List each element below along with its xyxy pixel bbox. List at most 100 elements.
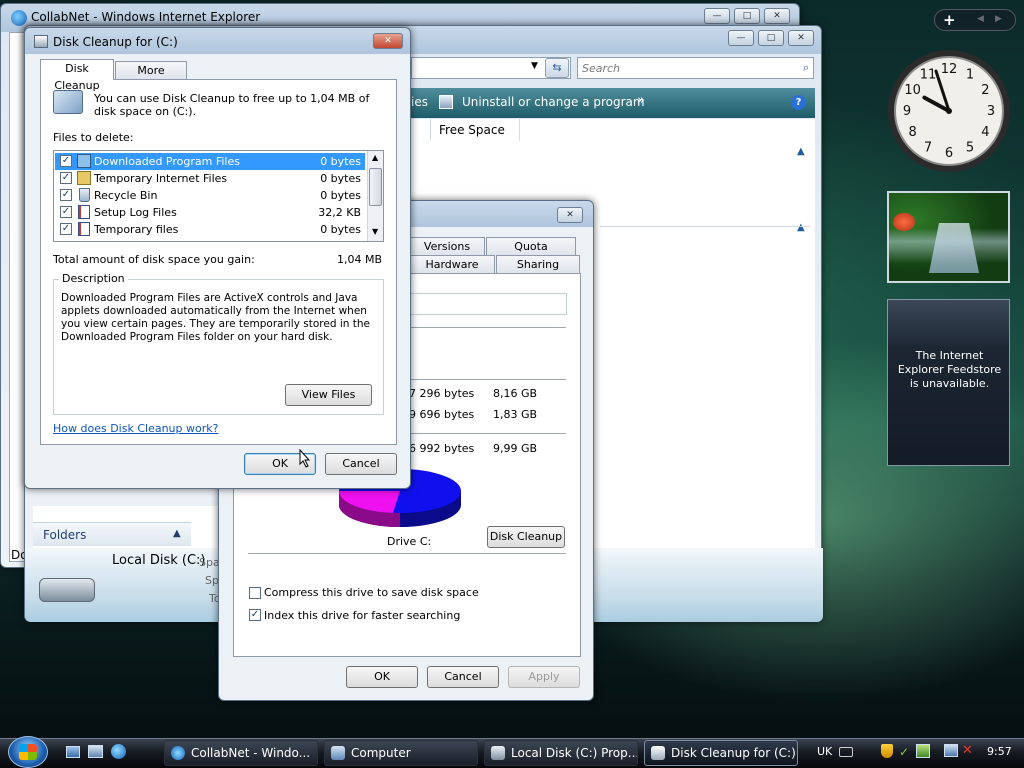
compress-checkbox[interactable] bbox=[249, 587, 261, 599]
clock-number: 1 bbox=[966, 68, 974, 83]
file-name: Downloaded Program Files bbox=[94, 155, 240, 168]
tab-more-options[interactable]: More Options bbox=[115, 61, 187, 94]
tab-disk-cleanup[interactable]: Disk Cleanup bbox=[40, 59, 114, 92]
tray-app-icon[interactable] bbox=[916, 744, 930, 758]
file-checkbox[interactable]: ✓ bbox=[60, 206, 72, 218]
uninstall-program-button[interactable]: Uninstall or change a program bbox=[462, 95, 645, 109]
compress-label[interactable]: Compress this drive to save disk space bbox=[264, 586, 479, 599]
list-item[interactable]: ✓ Temporary Internet Files 0 bytes bbox=[55, 170, 365, 187]
file-name: Temporary Internet Files bbox=[94, 172, 228, 185]
collapse-icon[interactable]: ▲ bbox=[797, 146, 805, 157]
search-placeholder: Search bbox=[582, 62, 621, 75]
maximize-button[interactable]: □ bbox=[758, 30, 784, 46]
cancel-button[interactable]: Cancel bbox=[427, 666, 499, 688]
list-item[interactable]: ✓ Temporary files 0 bytes bbox=[55, 221, 365, 238]
clock-number: 10 bbox=[904, 83, 921, 98]
index-checkbox[interactable]: ✓ bbox=[249, 609, 261, 621]
scroll-down-icon[interactable]: ▼ bbox=[372, 227, 378, 236]
minimize-button[interactable]: — bbox=[728, 30, 754, 46]
minimize-button[interactable]: — bbox=[704, 8, 730, 24]
chevron-up-icon[interactable]: ▲ bbox=[173, 528, 181, 539]
description-text: Downloaded Program Files are ActiveX con… bbox=[61, 292, 370, 343]
clock-number: 4 bbox=[981, 125, 989, 140]
file-size: 0 bytes bbox=[320, 223, 361, 236]
next-icon[interactable]: ▶ bbox=[995, 14, 1002, 24]
slideshow-gadget[interactable] bbox=[887, 191, 1010, 283]
list-item[interactable]: ✓ Downloaded Program Files 0 bytes bbox=[55, 153, 365, 170]
files-to-delete-label: Files to delete: bbox=[53, 131, 134, 144]
close-button[interactable]: ✕ bbox=[557, 207, 583, 223]
clock-number: 8 bbox=[908, 125, 916, 140]
language-indicator[interactable]: UK bbox=[817, 745, 832, 758]
close-button[interactable]: ✕ bbox=[373, 33, 403, 49]
folders-toggle[interactable]: Folders ▲ bbox=[33, 522, 191, 546]
network-icon[interactable] bbox=[944, 744, 958, 757]
description-label: Description bbox=[59, 272, 128, 285]
maximize-button[interactable]: □ bbox=[734, 8, 760, 24]
ie-quicklaunch-icon[interactable] bbox=[111, 744, 126, 759]
tab-versions[interactable]: Versions bbox=[409, 237, 485, 255]
taskbar-properties[interactable]: Local Disk (C:) Prop... bbox=[484, 740, 638, 766]
file-checkbox[interactable]: ✓ bbox=[60, 172, 72, 184]
list-scrollbar[interactable]: ▲ ▼ bbox=[367, 151, 383, 241]
temp-file-icon bbox=[78, 222, 90, 236]
previous-icon[interactable]: ◀ bbox=[977, 14, 984, 24]
security-shield-icon[interactable] bbox=[881, 744, 893, 758]
search-input[interactable]: Search ⌕ bbox=[577, 57, 814, 79]
more-toolbar-button[interactable]: » bbox=[637, 93, 645, 108]
toolbar-item-fragment[interactable]: ies bbox=[411, 95, 428, 109]
volume-muted-icon[interactable]: ✕ bbox=[962, 743, 973, 758]
column-header-free-space[interactable]: Free Space bbox=[430, 119, 520, 141]
tab-sharing[interactable]: Sharing bbox=[496, 255, 580, 273]
tab-hardware[interactable]: Hardware bbox=[409, 255, 495, 273]
index-label[interactable]: Index this drive for faster searching bbox=[264, 609, 460, 622]
file-size: 0 bytes bbox=[320, 155, 361, 168]
clock-number: 2 bbox=[981, 83, 989, 98]
disk-cleanup-button[interactable]: Disk Cleanup bbox=[487, 526, 565, 548]
help-icon[interactable]: ? bbox=[791, 95, 806, 110]
drive-c-label: Drive C: bbox=[387, 535, 432, 548]
close-button[interactable]: ✕ bbox=[788, 30, 814, 46]
add-gadget-icon[interactable]: + bbox=[943, 11, 956, 29]
search-icon[interactable]: ⌕ bbox=[803, 61, 809, 75]
collapse-icon[interactable]: ▲ bbox=[797, 222, 805, 233]
taskbar-disk-cleanup[interactable]: Disk Cleanup for (C:) bbox=[644, 740, 798, 766]
files-list[interactable]: ✓ Downloaded Program Files 0 bytes ✓ Tem… bbox=[53, 150, 384, 242]
clock-number: 3 bbox=[987, 104, 995, 119]
ok-button[interactable]: OK bbox=[346, 666, 418, 688]
file-name: Temporary files bbox=[94, 223, 179, 236]
file-checkbox[interactable]: ✓ bbox=[60, 155, 72, 167]
list-item[interactable]: ✓ Setup Log Files 32,2 KB bbox=[55, 204, 365, 221]
taskbar-label: Disk Cleanup for (C:) bbox=[671, 746, 796, 760]
refresh-icon[interactable]: ⇆ bbox=[545, 58, 569, 78]
view-files-button[interactable]: View Files bbox=[285, 384, 372, 406]
scroll-thumb[interactable] bbox=[369, 168, 382, 206]
keyboard-icon[interactable] bbox=[839, 747, 853, 757]
taskbar-ie[interactable]: CollabNet - Windo... bbox=[164, 740, 318, 766]
capacity-bytes: 6 992 bytes bbox=[409, 442, 475, 455]
cancel-button[interactable]: Cancel bbox=[325, 453, 397, 475]
tab-quota[interactable]: Quota bbox=[486, 237, 576, 255]
chevron-down-icon[interactable]: ▼ bbox=[531, 61, 538, 71]
file-checkbox[interactable]: ✓ bbox=[60, 189, 72, 201]
waterfall-image bbox=[929, 223, 979, 273]
computer-icon bbox=[331, 746, 345, 760]
help-link[interactable]: How does Disk Cleanup work? bbox=[53, 422, 218, 435]
show-desktop-icon[interactable] bbox=[66, 746, 80, 758]
close-button[interactable]: ✕ bbox=[764, 8, 790, 24]
sidebar-controls[interactable]: + ◀ ▶ bbox=[934, 9, 1016, 31]
taskbar-computer[interactable]: Computer bbox=[324, 740, 478, 766]
used-space-size: 8,16 GB bbox=[493, 387, 538, 400]
internet-files-icon bbox=[77, 171, 91, 185]
feed-message: The Internet Explorer Feedstore is unava… bbox=[897, 349, 1002, 390]
cleanup-icon bbox=[34, 35, 48, 48]
file-checkbox[interactable]: ✓ bbox=[60, 223, 72, 235]
clock-number: 7 bbox=[924, 140, 932, 155]
update-icon[interactable]: ✓ bbox=[899, 745, 909, 759]
scroll-up-icon[interactable]: ▲ bbox=[372, 153, 378, 162]
clock-time[interactable]: 9:57 bbox=[987, 745, 1012, 758]
drive-label-field[interactable] bbox=[409, 293, 567, 315]
disk-cleanup-dialog[interactable]: Disk Cleanup for (C:) ✕ Disk Cleanup Mor… bbox=[24, 27, 411, 489]
list-item[interactable]: ✓ Recycle Bin 0 bytes bbox=[55, 187, 365, 204]
switch-windows-icon[interactable] bbox=[88, 745, 103, 758]
